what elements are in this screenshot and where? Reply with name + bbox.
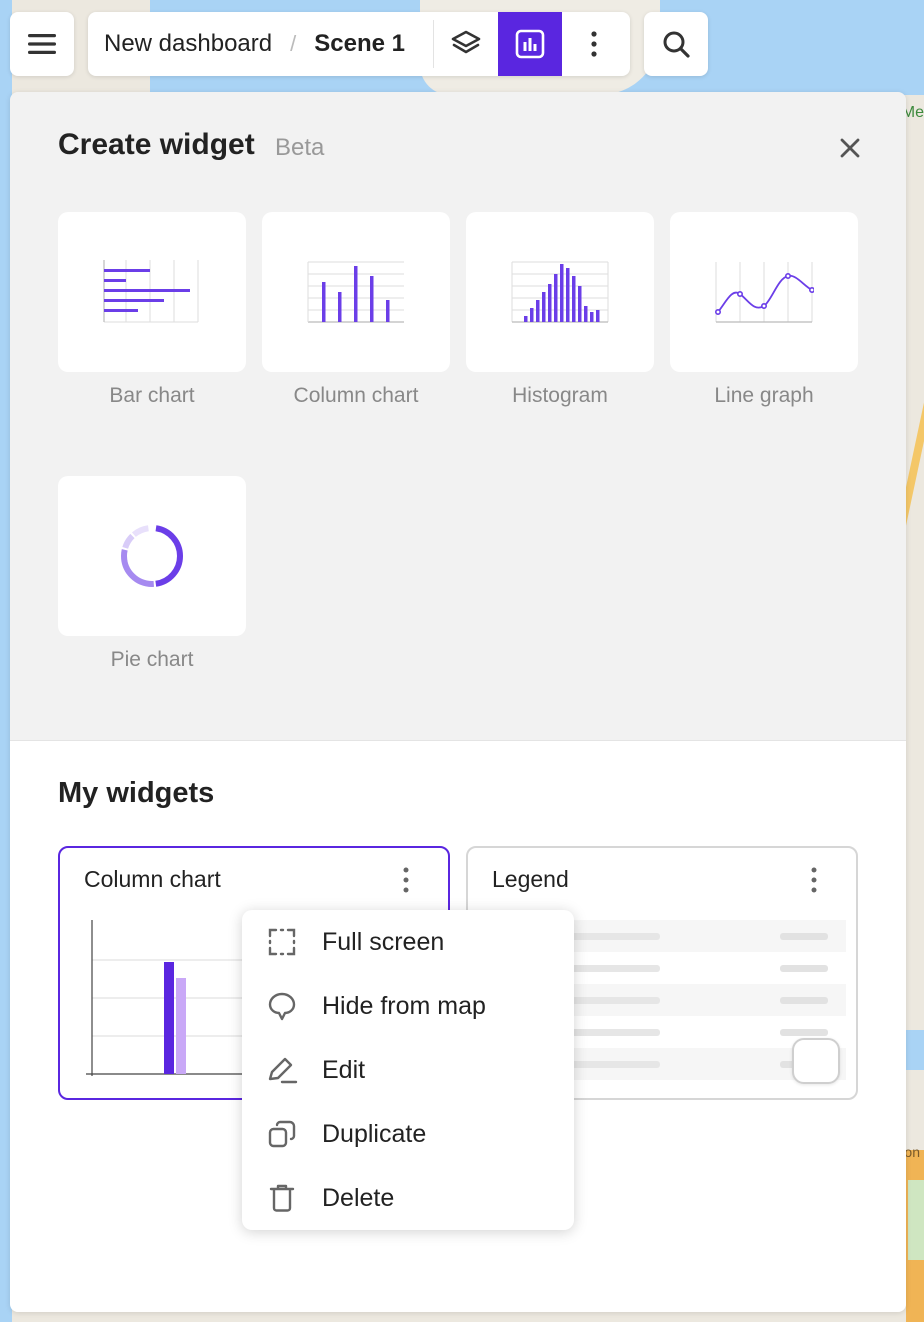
widget-title: Column chart — [84, 866, 221, 892]
widget-more-button[interactable] — [390, 862, 422, 898]
tile-column-chart[interactable] — [262, 212, 450, 372]
tile-pie-chart[interactable] — [58, 476, 246, 636]
tile-bar-chart[interactable] — [58, 212, 246, 372]
menu-item-duplicate[interactable]: Duplicate — [242, 1102, 574, 1166]
beta-badge: Beta — [275, 134, 325, 161]
tile-label: Line graph — [714, 384, 814, 407]
map-label: on — [904, 1144, 920, 1160]
menu-item-edit[interactable]: Edit — [242, 1038, 574, 1102]
delete-icon — [269, 1184, 295, 1212]
hamburger-icon — [28, 34, 56, 54]
create-widget-section: Create widget Beta Bar chart Column char… — [10, 92, 906, 740]
breadcrumb-separator: / — [290, 31, 297, 56]
menu-button[interactable] — [10, 12, 74, 76]
widget-more-button[interactable] — [798, 862, 830, 898]
tile-label: Column chart — [293, 384, 419, 407]
tile-line-graph[interactable] — [670, 212, 858, 372]
menu-item-delete[interactable]: Delete — [242, 1166, 574, 1230]
close-icon — [840, 138, 860, 158]
menu-item-hide-from-map[interactable]: Hide from map — [242, 974, 574, 1038]
menu-item-label: Delete — [322, 1183, 395, 1212]
menu-item-label: Full screen — [322, 927, 445, 956]
menu-item-label: Hide from map — [322, 991, 486, 1020]
duplicate-icon — [268, 1120, 296, 1148]
breadcrumb-scene[interactable]: Scene 1 — [314, 30, 405, 58]
menu-item-label: Duplicate — [322, 1119, 427, 1148]
more-vertical-icon — [591, 31, 597, 57]
edit-icon — [268, 1057, 298, 1084]
my-widgets-title: My widgets — [58, 777, 215, 809]
tile-label: Pie chart — [110, 648, 194, 671]
pie-chart-icon — [121, 525, 183, 587]
menu-item-full-screen[interactable]: Full screen — [242, 910, 574, 974]
more-options-button[interactable] — [562, 12, 626, 76]
map-water — [906, 1030, 924, 1070]
more-vertical-icon — [403, 867, 409, 893]
hide-from-map-icon — [268, 992, 296, 1021]
histogram-icon — [511, 261, 609, 323]
search-button[interactable] — [644, 12, 708, 76]
line-graph-icon — [714, 262, 814, 323]
layers-icon — [451, 30, 481, 54]
tile-label: Bar chart — [109, 384, 195, 407]
layers-button[interactable] — [434, 12, 498, 76]
breadcrumb-dashboard[interactable]: New dashboard — [104, 30, 272, 58]
widget-context-menu: Full screen Hide from map Edit Duplicate — [242, 910, 574, 1230]
tile-label: Histogram — [512, 384, 608, 407]
widget-title: Legend — [492, 866, 569, 892]
widgets-chart-icon — [515, 29, 545, 59]
create-widget-title: Create widget — [58, 128, 255, 161]
resize-handle[interactable] — [792, 1038, 840, 1084]
menu-item-label: Edit — [322, 1055, 366, 1084]
column-chart-icon — [307, 261, 404, 323]
breadcrumb: New dashboard / Scene 1 — [88, 12, 630, 76]
top-toolbar: New dashboard / Scene 1 — [10, 12, 708, 76]
widgets-button[interactable] — [497, 12, 562, 76]
fullscreen-icon — [268, 928, 296, 956]
search-icon — [663, 31, 690, 58]
tile-histogram[interactable] — [466, 212, 654, 372]
more-vertical-icon — [811, 867, 817, 893]
widget-preview-column-chart — [86, 920, 262, 1076]
map-park — [908, 1180, 924, 1260]
close-button[interactable] — [834, 132, 866, 164]
bar-chart-icon — [103, 260, 199, 323]
